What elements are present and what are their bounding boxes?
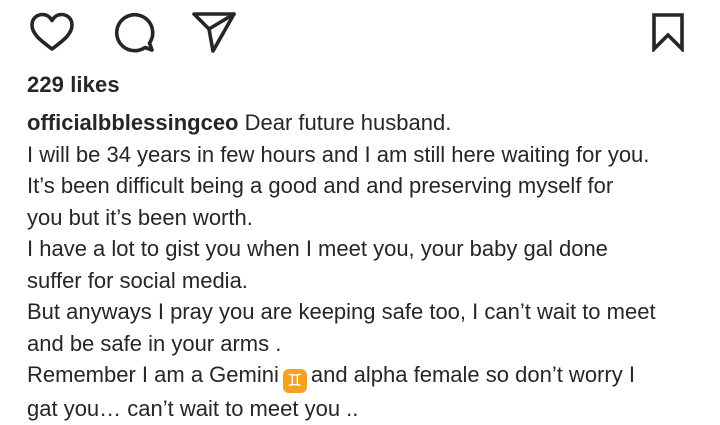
gemini-emoji-icon: ♊ bbox=[282, 369, 307, 393]
post-caption: officialbblessingceo Dear future husband… bbox=[27, 107, 707, 425]
caption-line: But anyways I pray you are keeping safe … bbox=[27, 299, 656, 324]
caption-line: you but it’s been worth. bbox=[27, 204, 253, 230]
post-action-bar bbox=[0, 0, 720, 64]
save-button[interactable] bbox=[642, 8, 694, 56]
caption-line: I will be 34 years in few hours and I am… bbox=[27, 141, 650, 167]
like-button[interactable] bbox=[26, 8, 78, 56]
caption-line: Remember I am a Gemini ♊ and alpha female … bbox=[27, 359, 707, 393]
caption-line: and be safe in your arms . bbox=[27, 330, 282, 356]
caption-line: It’s been difficult being a good and and… bbox=[27, 173, 614, 198]
heart-icon bbox=[30, 12, 74, 51]
caption-line: officialbblessingceo Dear future husband… bbox=[27, 107, 707, 139]
bookmark-icon bbox=[652, 13, 684, 52]
caption-text: Remember I am a Gemini bbox=[27, 362, 279, 387]
paper-plane-icon bbox=[192, 12, 236, 53]
comment-icon bbox=[114, 12, 155, 53]
caption-line: I have a lot to gist you when I meet you… bbox=[27, 236, 608, 261]
username-link[interactable]: officialbblessingceo bbox=[27, 110, 239, 135]
share-button[interactable] bbox=[188, 8, 240, 56]
caption-line: gat you… can’t wait to meet you .. bbox=[27, 396, 359, 421]
caption-line: suffer for social media. bbox=[27, 267, 248, 293]
comment-button[interactable] bbox=[108, 8, 160, 56]
likes-count[interactable]: 229 likes bbox=[27, 72, 120, 98]
caption-text: Dear future husband. bbox=[244, 110, 452, 135]
caption-text: and alpha female so don’t worry I bbox=[310, 362, 635, 387]
